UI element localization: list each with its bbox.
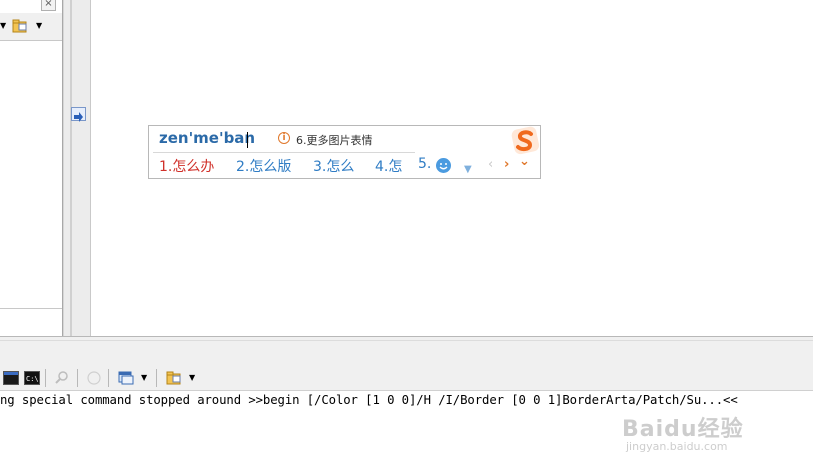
panel-toolbar: ▼ ▼ — [0, 13, 62, 41]
candidate-2[interactable]: 2.怎么版 — [236, 156, 291, 176]
output-line: ng special command stopped around >>begi… — [0, 393, 738, 407]
window-list-icon[interactable] — [118, 371, 134, 385]
command-prompt-icon[interactable]: C:\ — [24, 371, 40, 385]
stop-disabled-icon[interactable] — [86, 371, 102, 385]
toolbar-separator — [45, 369, 46, 387]
horizontal-splitter[interactable] — [0, 336, 813, 368]
folder-options-icon[interactable] — [12, 19, 28, 33]
text-caret — [247, 132, 248, 148]
panel-close-button[interactable]: × — [41, 0, 56, 11]
vertical-splitter[interactable] — [63, 0, 91, 336]
toolbar-separator — [77, 369, 78, 387]
ime-divider — [153, 152, 415, 153]
candidate-4[interactable]: 4.怎 — [375, 156, 402, 176]
search-disabled-icon[interactable] — [54, 371, 70, 385]
expand-icon[interactable]: ⌄ — [519, 154, 530, 169]
arrow-right-icon — [74, 112, 83, 122]
folder-dropdown-icon[interactable]: ▼ — [189, 373, 195, 382]
toolbar-separator — [156, 369, 157, 387]
left-panel: × ▼ ▼ — [0, 0, 63, 337]
baidu-watermark: Baidu经验 — [622, 417, 744, 442]
splitter-groove — [70, 0, 72, 336]
candidate-3[interactable]: 3.怎么 — [313, 156, 354, 176]
console-window-icon[interactable] — [3, 371, 19, 385]
folder-dropdown-icon[interactable]: ▼ — [36, 21, 42, 30]
ime-hint-text[interactable]: 6.更多图片表情 — [296, 132, 373, 148]
candidate-1[interactable]: 1.怎么办 — [159, 156, 214, 176]
next-page-icon[interactable]: › — [504, 157, 509, 172]
smiley-icon[interactable] — [436, 158, 451, 173]
output-toolbar: C:\ ▼ ▼ — [0, 366, 813, 391]
dropdown-arrow-icon[interactable]: ▼ — [0, 21, 6, 30]
svg-text:C:\: C:\ — [26, 375, 39, 383]
sogou-logo[interactable] — [510, 126, 540, 156]
ime-candidate-window: zen'me'ban i 6.更多图片表情 1.怎么办 2.怎么版 3.怎么 4… — [148, 125, 541, 179]
splitter-line — [0, 340, 813, 341]
baidu-watermark-url: jingyan.baidu.com — [626, 440, 728, 453]
info-icon[interactable]: i — [278, 132, 290, 144]
collapse-panel-button[interactable] — [71, 107, 86, 122]
window-list-dropdown-icon[interactable]: ▼ — [141, 373, 147, 382]
candidate-5[interactable]: 5. — [418, 156, 431, 172]
chevron-down-icon[interactable]: ▼ — [464, 164, 472, 175]
left-panel-footer — [0, 308, 62, 337]
toolbar-separator — [108, 369, 109, 387]
folder-options-icon[interactable] — [166, 371, 182, 385]
ime-pinyin-input: zen'me'ban — [159, 129, 256, 147]
prev-page-icon[interactable]: ‹ — [488, 157, 493, 172]
